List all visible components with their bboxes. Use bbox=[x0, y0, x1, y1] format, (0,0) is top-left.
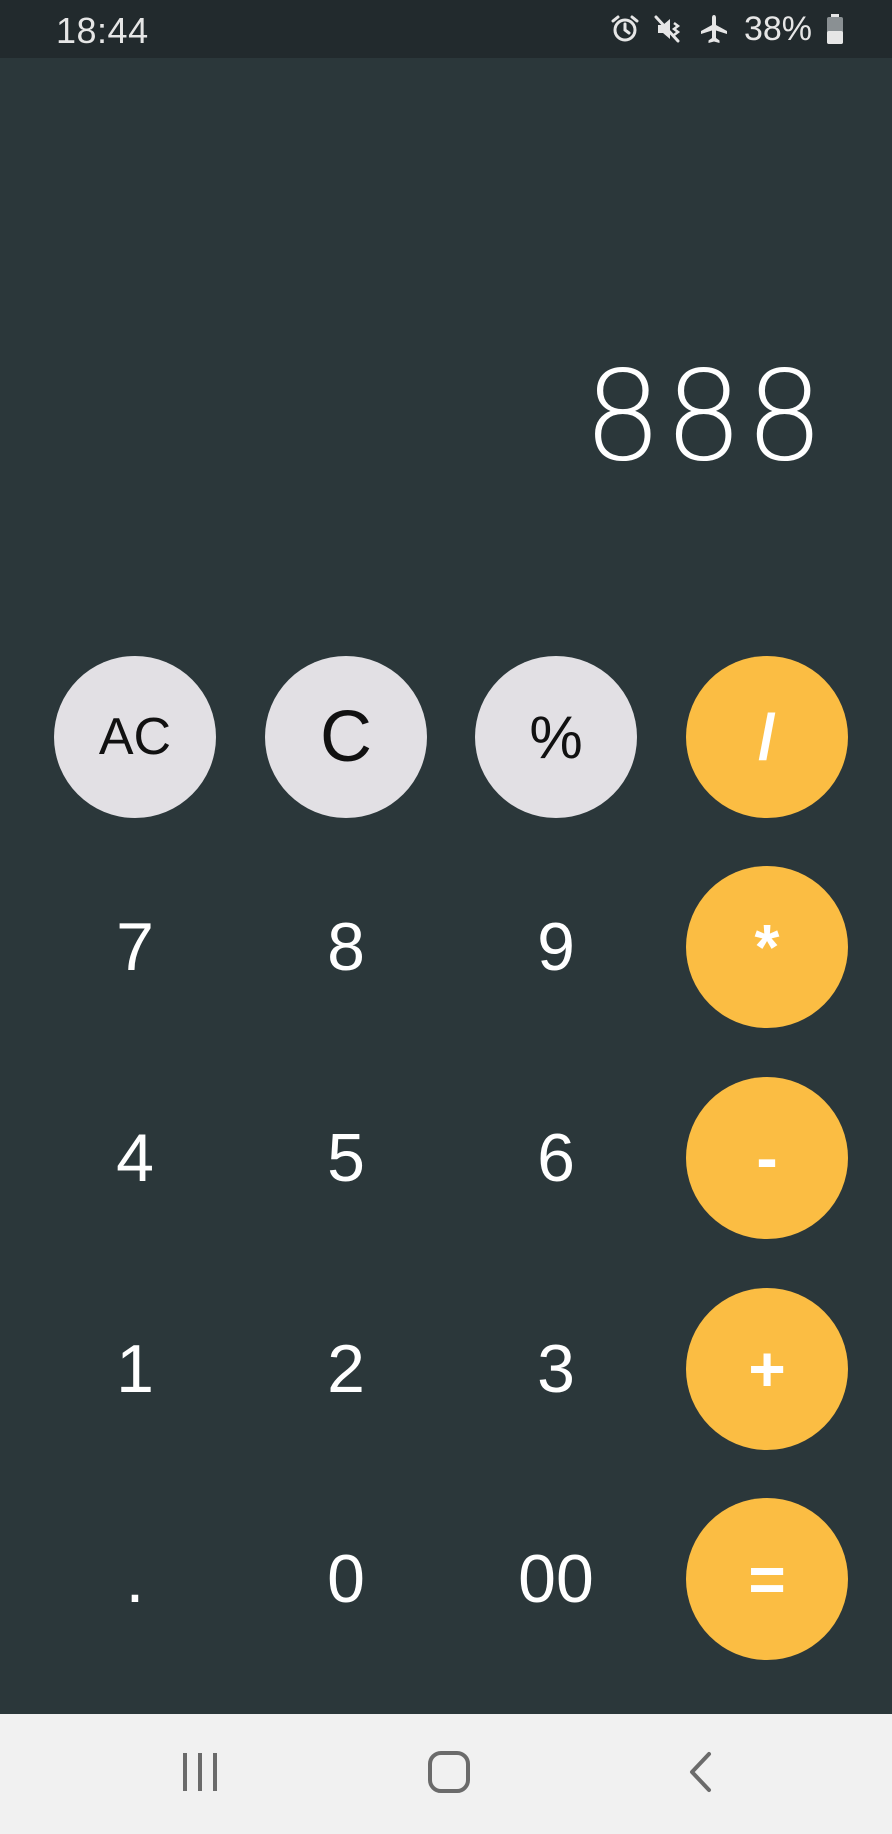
digit-6-button[interactable]: 6 bbox=[475, 1077, 637, 1239]
digit-7-button[interactable]: 7 bbox=[54, 866, 216, 1028]
result-display: 888 bbox=[583, 345, 826, 489]
vibrate-mute-icon bbox=[654, 14, 684, 44]
digit-9-button[interactable]: 9 bbox=[475, 866, 637, 1028]
decimal-button[interactable]: . bbox=[54, 1498, 216, 1660]
navigation-bar bbox=[0, 1714, 892, 1834]
calculator-screen: 18:44 38% 888 AC C % / 7 8 9 * 4 5 6 - 1… bbox=[0, 0, 892, 1834]
airplane-mode-icon bbox=[698, 13, 730, 45]
double-zero-button[interactable]: 00 bbox=[475, 1498, 637, 1660]
digit-3-button[interactable]: 3 bbox=[475, 1288, 637, 1450]
digit-2-button[interactable]: 2 bbox=[265, 1288, 427, 1450]
home-button[interactable] bbox=[409, 1738, 489, 1810]
all-clear-button[interactable]: AC bbox=[54, 656, 216, 818]
status-icons: 38% bbox=[610, 8, 844, 50]
equals-button[interactable]: = bbox=[686, 1498, 848, 1660]
status-bar: 18:44 38% bbox=[0, 0, 892, 58]
home-icon bbox=[427, 1750, 471, 1799]
battery-percent: 38% bbox=[743, 9, 812, 48]
divide-button[interactable]: / bbox=[686, 656, 848, 818]
digit-0-button[interactable]: 0 bbox=[265, 1498, 427, 1660]
digit-5-button[interactable]: 5 bbox=[265, 1077, 427, 1239]
alarm-icon bbox=[610, 14, 640, 44]
digit-8-button[interactable]: 8 bbox=[265, 866, 427, 1028]
back-icon bbox=[685, 1750, 715, 1799]
percent-button[interactable]: % bbox=[475, 656, 637, 818]
digit-4-button[interactable]: 4 bbox=[54, 1077, 216, 1239]
status-time: 18:44 bbox=[56, 10, 149, 51]
add-button[interactable]: + bbox=[686, 1288, 848, 1450]
back-button[interactable] bbox=[660, 1738, 740, 1810]
clear-button[interactable]: C bbox=[265, 656, 427, 818]
battery-icon bbox=[826, 13, 844, 45]
recents-button[interactable] bbox=[160, 1738, 240, 1810]
subtract-button[interactable]: - bbox=[686, 1077, 848, 1239]
recents-icon bbox=[180, 1751, 220, 1798]
digit-1-button[interactable]: 1 bbox=[54, 1288, 216, 1450]
multiply-button[interactable]: * bbox=[686, 866, 848, 1028]
